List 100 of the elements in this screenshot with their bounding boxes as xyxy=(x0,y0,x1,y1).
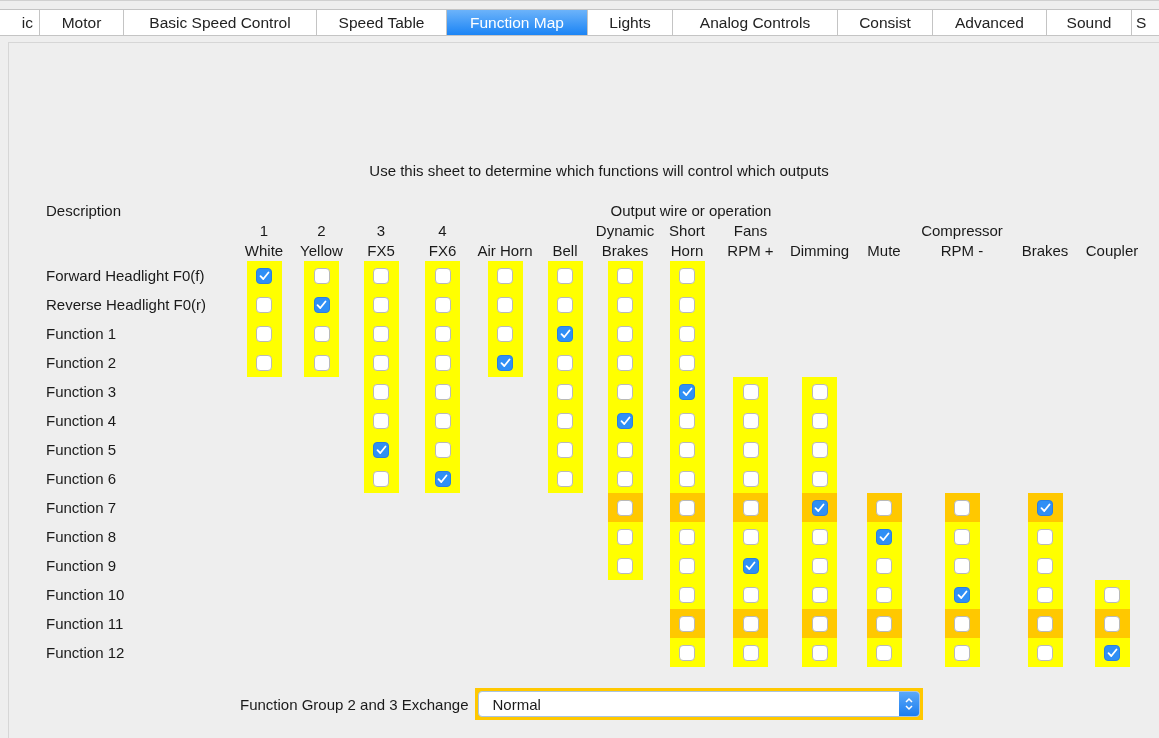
checkbox[interactable] xyxy=(373,441,389,458)
checkbox[interactable] xyxy=(1037,557,1053,574)
checkbox[interactable] xyxy=(617,528,633,545)
checkbox[interactable] xyxy=(876,615,892,632)
exchange-dropdown[interactable]: Normal xyxy=(474,688,923,720)
tab[interactable]: Motor xyxy=(40,9,124,36)
checkbox[interactable] xyxy=(373,325,389,342)
checkbox[interactable] xyxy=(557,267,573,284)
checkbox[interactable] xyxy=(679,644,695,661)
checkbox[interactable] xyxy=(811,615,828,632)
checkbox[interactable] xyxy=(373,383,389,400)
checkbox[interactable] xyxy=(811,557,828,574)
checkbox[interactable] xyxy=(313,296,330,313)
checkbox[interactable] xyxy=(557,441,573,458)
checkbox[interactable] xyxy=(742,412,759,429)
checkbox[interactable] xyxy=(811,441,828,458)
checkbox[interactable] xyxy=(313,325,330,342)
checkbox[interactable] xyxy=(617,470,633,487)
checkbox[interactable] xyxy=(1104,586,1120,603)
checkbox[interactable] xyxy=(679,267,695,284)
checkbox[interactable] xyxy=(557,383,573,400)
checkbox[interactable] xyxy=(811,470,828,487)
checkbox[interactable] xyxy=(617,499,633,516)
checkbox[interactable] xyxy=(811,586,828,603)
tab[interactable]: Sound xyxy=(1047,9,1132,36)
checkbox[interactable] xyxy=(742,441,759,458)
checkbox[interactable] xyxy=(811,499,828,516)
checkbox[interactable] xyxy=(373,354,389,371)
checkbox[interactable] xyxy=(1104,615,1120,632)
tab[interactable]: Speed Table xyxy=(317,9,447,36)
checkbox[interactable] xyxy=(811,644,828,661)
checkbox[interactable] xyxy=(679,528,695,545)
checkbox[interactable] xyxy=(1037,644,1053,661)
checkbox[interactable] xyxy=(954,557,970,574)
checkbox[interactable] xyxy=(876,499,892,516)
checkbox[interactable] xyxy=(954,528,970,545)
checkbox[interactable] xyxy=(1037,528,1053,545)
checkbox[interactable] xyxy=(617,441,633,458)
checkbox[interactable] xyxy=(434,383,451,400)
checkbox[interactable] xyxy=(434,441,451,458)
checkbox[interactable] xyxy=(373,412,389,429)
checkbox[interactable] xyxy=(617,296,633,313)
checkbox[interactable] xyxy=(679,354,695,371)
checkbox[interactable] xyxy=(434,267,451,284)
checkbox[interactable] xyxy=(679,557,695,574)
checkbox[interactable] xyxy=(256,325,272,342)
checkbox[interactable] xyxy=(256,354,272,371)
checkbox[interactable] xyxy=(954,586,970,603)
tab[interactable]: Analog Controls xyxy=(673,9,838,36)
checkbox[interactable] xyxy=(679,383,695,400)
checkbox[interactable] xyxy=(434,354,451,371)
checkbox[interactable] xyxy=(434,470,451,487)
checkbox[interactable] xyxy=(373,470,389,487)
checkbox[interactable] xyxy=(557,470,573,487)
checkbox[interactable] xyxy=(742,586,759,603)
checkbox[interactable] xyxy=(876,644,892,661)
tab[interactable]: Consist xyxy=(838,9,933,36)
checkbox[interactable] xyxy=(497,267,513,284)
checkbox[interactable] xyxy=(497,354,513,371)
checkbox[interactable] xyxy=(876,528,892,545)
checkbox[interactable] xyxy=(811,528,828,545)
checkbox[interactable] xyxy=(742,644,759,661)
checkbox[interactable] xyxy=(617,412,633,429)
checkbox[interactable] xyxy=(557,354,573,371)
checkbox[interactable] xyxy=(497,325,513,342)
checkbox[interactable] xyxy=(617,354,633,371)
checkbox[interactable] xyxy=(679,412,695,429)
checkbox[interactable] xyxy=(557,325,573,342)
checkbox[interactable] xyxy=(373,267,389,284)
checkbox[interactable] xyxy=(742,615,759,632)
checkbox[interactable] xyxy=(742,470,759,487)
checkbox[interactable] xyxy=(679,615,695,632)
checkbox[interactable] xyxy=(679,499,695,516)
checkbox[interactable] xyxy=(679,441,695,458)
checkbox[interactable] xyxy=(617,267,633,284)
tab[interactable]: Advanced xyxy=(933,9,1047,36)
checkbox[interactable] xyxy=(811,412,828,429)
tab[interactable]: S xyxy=(1132,9,1159,36)
tab[interactable]: ic xyxy=(0,9,40,36)
checkbox[interactable] xyxy=(434,296,451,313)
checkbox[interactable] xyxy=(679,470,695,487)
checkbox[interactable] xyxy=(497,296,513,313)
checkbox[interactable] xyxy=(742,383,759,400)
checkbox[interactable] xyxy=(954,644,970,661)
tab[interactable]: Basic Speed Control xyxy=(124,9,317,36)
checkbox[interactable] xyxy=(954,615,970,632)
checkbox[interactable] xyxy=(954,499,970,516)
tab[interactable]: Lights xyxy=(588,9,673,36)
checkbox[interactable] xyxy=(742,499,759,516)
checkbox[interactable] xyxy=(1104,644,1120,661)
checkbox[interactable] xyxy=(679,325,695,342)
checkbox[interactable] xyxy=(617,383,633,400)
checkbox[interactable] xyxy=(617,557,633,574)
checkbox[interactable] xyxy=(1037,499,1053,516)
checkbox[interactable] xyxy=(313,267,330,284)
checkbox[interactable] xyxy=(557,296,573,313)
checkbox[interactable] xyxy=(679,296,695,313)
checkbox[interactable] xyxy=(373,296,389,313)
checkbox[interactable] xyxy=(876,586,892,603)
checkbox[interactable] xyxy=(434,325,451,342)
